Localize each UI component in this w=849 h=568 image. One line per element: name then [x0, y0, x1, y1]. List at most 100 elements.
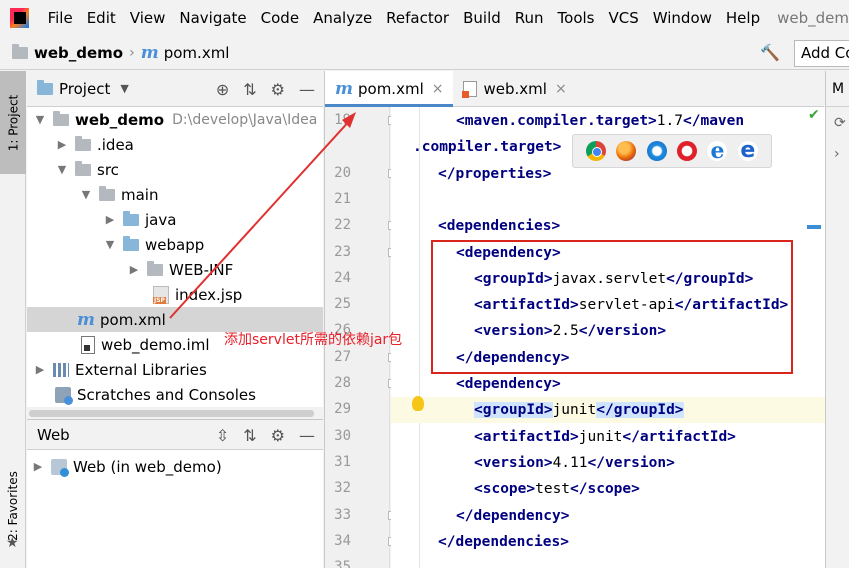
project-panel-toolbar: ⊕ ⇅ ⚙ — — [216, 71, 315, 107]
close-icon[interactable]: × — [555, 81, 567, 97]
chevron-down-icon[interactable]: ▼ — [103, 238, 117, 251]
code-line[interactable]: <artifactId>junit</artifactId> — [391, 424, 825, 450]
chevron-right-icon[interactable]: ▶ — [55, 138, 69, 151]
tree-item-main[interactable]: ▼ main — [27, 182, 323, 207]
lightbulb-icon[interactable] — [412, 396, 424, 411]
chevron-right-icon[interactable]: ▶ — [103, 213, 117, 226]
tree-item-label: WEB-INF — [169, 260, 234, 279]
locate-icon[interactable]: ⊕ — [216, 80, 229, 99]
code-line[interactable]: <version>4.11</version> — [391, 450, 825, 476]
chevron-right-icon[interactable]: ▶ — [33, 363, 47, 376]
code-tag: </dependency> — [456, 507, 570, 524]
menu-vcs[interactable]: VCS — [601, 0, 645, 36]
code-line[interactable]: <dependency> — [391, 371, 825, 397]
tree-item-webapp[interactable]: ▼ webapp — [27, 232, 323, 257]
menu-analyze[interactable]: Analyze — [306, 0, 379, 36]
tree-item-src[interactable]: ▼ src — [27, 157, 323, 182]
chrome-icon[interactable] — [586, 141, 607, 161]
code-line[interactable] — [391, 555, 825, 568]
tree-item-label: External Libraries — [75, 360, 207, 379]
code-line[interactable]: </dependency> — [391, 503, 825, 529]
menu-run[interactable]: Run — [508, 0, 551, 36]
code-tag: </version> — [587, 454, 675, 471]
tab-pom-xml[interactable]: m pom.xml × — [325, 71, 454, 107]
menu-build[interactable]: Build — [456, 0, 508, 36]
code-tag: </scope> — [570, 481, 640, 498]
project-tool-tab-label: 1: Project — [6, 94, 20, 151]
code-text: junit — [578, 428, 623, 445]
tree-item-scratches[interactable]: Scratches and Consoles — [27, 382, 323, 407]
tree-item-java[interactable]: ▶ java — [27, 207, 323, 232]
firefox-icon[interactable] — [616, 141, 637, 161]
folder-icon — [147, 260, 163, 276]
code-line[interactable]: <groupId>junit</groupId> — [391, 397, 825, 424]
code-line[interactable]: <maven.compiler.target>1.7</maven — [391, 108, 825, 134]
breadcrumb-project[interactable]: web_demo — [0, 43, 123, 62]
expand-all-icon[interactable]: ⇳ — [216, 426, 229, 445]
web-panel: Web ⇳ ⇅ ⚙ — ▶ Web (in web_demo) — [27, 419, 323, 568]
tree-item-label: pom.xml — [100, 310, 166, 329]
code-line[interactable]: </dependencies> — [391, 529, 825, 555]
menu-file[interactable]: File — [41, 0, 80, 36]
safari-icon[interactable] — [646, 141, 667, 161]
maven-icon: m — [140, 42, 159, 63]
horizontal-scrollbar[interactable] — [27, 407, 323, 419]
tree-item-idea[interactable]: ▶ .idea — [27, 132, 323, 157]
chevron-down-icon[interactable]: ▼ — [33, 113, 47, 126]
chevron-right-icon[interactable]: ▶ — [31, 460, 45, 473]
collapse-icon[interactable]: ⇅ — [243, 426, 256, 445]
menu-edit[interactable]: Edit — [80, 0, 123, 36]
add-configuration-button[interactable]: Add Co — [794, 40, 849, 67]
tree-item-label: .idea — [97, 135, 134, 154]
tree-item-index-jsp[interactable]: index.jsp — [27, 282, 323, 307]
line-number: 27 — [334, 348, 351, 365]
code-line[interactable]: <scope>test</scope> — [391, 476, 825, 502]
line-number: 22 — [334, 217, 351, 234]
tree-item-external-libraries[interactable]: ▶ External Libraries — [27, 357, 323, 382]
code-tag: <groupId> — [474, 402, 553, 419]
intellij-logo-icon — [10, 8, 29, 28]
menu-refactor[interactable]: Refactor — [379, 0, 456, 36]
browser-popup: e e — [572, 134, 772, 168]
minimize-icon[interactable]: — — [299, 426, 315, 445]
refresh-icon[interactable]: ⟳ — [834, 115, 846, 131]
favorites-tool-tab-label: 2: Favorites — [6, 471, 21, 541]
scratches-icon — [55, 386, 73, 405]
tree-item-label: main — [121, 185, 159, 204]
tree-item-web-demo[interactable]: ▼ web_demo D:\develop\Java\Idea — [27, 107, 323, 132]
code-tag: </groupId> — [596, 402, 684, 419]
chevron-right-icon[interactable]: ▶ — [127, 263, 141, 276]
tree-item-label: src — [97, 160, 119, 179]
collapse-icon[interactable]: ⇅ — [243, 80, 256, 99]
chevron-down-icon[interactable]: ▼ — [79, 188, 93, 201]
project-tree: ▼ web_demo D:\develop\Java\Idea ▶ .idea … — [27, 107, 323, 407]
menu-help[interactable]: Help — [719, 0, 767, 36]
menu-code[interactable]: Code — [254, 0, 306, 36]
menu-tools[interactable]: Tools — [551, 0, 602, 36]
maven-tool-tab[interactable]: M — [826, 71, 849, 107]
scrollbar-thumb[interactable] — [29, 410, 314, 417]
code-line[interactable]: <dependencies> — [391, 213, 825, 239]
breadcrumb-file[interactable]: m pom.xml — [141, 43, 230, 63]
tree-item-web-inf[interactable]: ▶ WEB-INF — [27, 257, 323, 282]
edge-icon[interactable]: e — [737, 140, 758, 162]
minimize-icon[interactable]: — — [299, 80, 315, 99]
opera-icon[interactable] — [677, 141, 698, 161]
menu-view[interactable]: View — [123, 0, 173, 36]
project-view-selector[interactable]: Project ▼ — [27, 79, 129, 98]
gear-icon[interactable]: ⚙ — [271, 426, 285, 445]
close-icon[interactable]: × — [432, 81, 444, 97]
menu-navigate[interactable]: Navigate — [172, 0, 253, 36]
chevron-right-icon[interactable]: › — [834, 146, 840, 162]
menu-window[interactable]: Window — [646, 0, 719, 36]
chevron-down-icon[interactable]: ▼ — [55, 163, 69, 176]
line-number: 20 — [334, 164, 351, 181]
ie-icon[interactable]: e — [707, 140, 728, 162]
project-tool-tab[interactable]: 1: Project — [0, 71, 26, 174]
tree-item-web[interactable]: ▶ Web (in web_demo) — [27, 454, 323, 479]
gear-icon[interactable]: ⚙ — [271, 80, 285, 99]
hammer-icon[interactable]: 🔨 — [760, 43, 780, 62]
scroll-marker[interactable] — [807, 225, 821, 229]
code-line[interactable] — [391, 187, 825, 213]
tab-web-xml[interactable]: web.xml × — [453, 71, 576, 106]
